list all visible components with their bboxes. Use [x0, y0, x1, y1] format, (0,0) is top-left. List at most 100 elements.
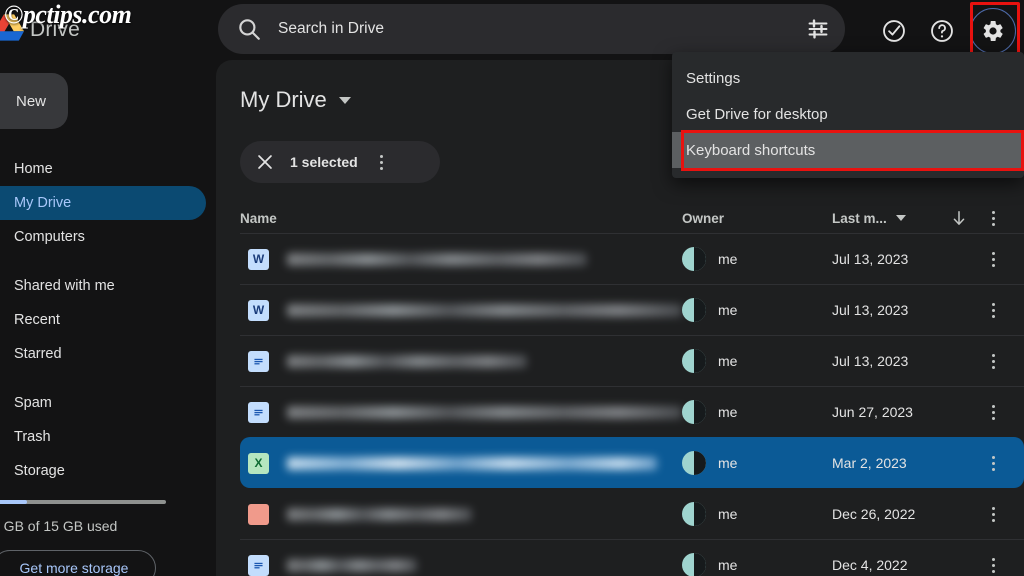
table-row[interactable]: me Dec 26, 2022	[240, 488, 1024, 539]
row-more-vertical-icon[interactable]	[976, 300, 1010, 320]
avatar	[682, 298, 706, 322]
file-modified-date: Jul 13, 2023	[832, 353, 909, 369]
file-name-redacted	[287, 354, 527, 368]
sidebar-item-home[interactable]: Home	[0, 152, 206, 186]
sidebar-nav: Home My Drive Computers Shared with me R…	[0, 152, 206, 488]
avatar	[682, 400, 706, 424]
storage-section: 3 GB of 15 GB used Get more storage	[0, 500, 206, 576]
file-modified-date: Jul 13, 2023	[832, 302, 909, 318]
file-owner-label: me	[718, 557, 738, 573]
row-more-vertical-icon[interactable]	[976, 351, 1010, 371]
sidebar-item-recent[interactable]: Recent	[0, 303, 206, 337]
file-owner-cell: me	[682, 553, 832, 576]
sidebar-item-trash[interactable]: Trash	[0, 420, 206, 454]
site-watermark: ©pctips.com	[4, 0, 132, 29]
support-icon[interactable]	[874, 11, 914, 51]
file-modified-date: Jun 27, 2023	[832, 404, 913, 420]
file-name-redacted	[287, 303, 682, 317]
tune-filter-icon[interactable]	[801, 12, 835, 46]
more-vertical-icon[interactable]	[983, 402, 1003, 422]
selection-count-label: 1 selected	[290, 154, 358, 170]
selection-more-vertical-icon[interactable]	[372, 152, 392, 172]
file-owner-cell: me	[682, 298, 832, 322]
word-file-type-icon: W	[248, 299, 269, 321]
file-name-redacted	[287, 456, 657, 470]
gear-focus-ring	[970, 8, 1016, 54]
row-more-vertical-icon[interactable]	[976, 402, 1010, 422]
more-vertical-icon[interactable]	[983, 555, 1003, 575]
sidebar-item-starred[interactable]: Starred	[0, 337, 206, 371]
file-owner-label: me	[718, 404, 738, 420]
file-name-redacted	[287, 405, 682, 419]
more-vertical-icon[interactable]	[983, 351, 1003, 371]
avatar	[682, 451, 706, 475]
sidebar-item-spam[interactable]: Spam	[0, 386, 206, 420]
get-more-storage-button[interactable]: Get more storage	[0, 550, 156, 576]
sort-direction-button[interactable]	[942, 208, 976, 228]
storage-progress-bar	[0, 500, 166, 504]
chevron-down-icon[interactable]	[338, 96, 351, 104]
close-x-icon[interactable]	[254, 151, 276, 173]
table-row[interactable]: Xme Mar 2, 2023	[240, 437, 1024, 488]
word-file-type-icon: W	[248, 248, 269, 270]
help-question-icon[interactable]	[922, 11, 962, 51]
page-title[interactable]: My Drive	[240, 87, 351, 113]
table-header: Name Owner Last m...	[240, 203, 1024, 233]
more-vertical-icon[interactable]	[983, 300, 1003, 320]
file-owner-label: me	[718, 251, 738, 267]
video-file-type-icon	[248, 503, 269, 525]
avatar	[682, 502, 706, 526]
new-button[interactable]: New	[0, 73, 68, 129]
menu-item-settings[interactable]: Settings	[672, 60, 1024, 96]
file-list: Wme Jul 13, 2023 Wme Jul 13, 2023 me Jul 13, …	[240, 233, 1024, 576]
menu-item-keyboard-shortcuts[interactable]: Keyboard shortcuts	[672, 132, 1024, 168]
table-row[interactable]: me Jun 27, 2023	[240, 386, 1024, 437]
table-options-more-vertical-icon[interactable]	[976, 208, 1010, 228]
table-row[interactable]: Wme Jul 13, 2023	[240, 284, 1024, 335]
row-more-vertical-icon[interactable]	[976, 249, 1010, 269]
more-vertical-icon[interactable]	[983, 208, 1003, 228]
file-owner-cell: me	[682, 451, 832, 475]
sidebar-divider-1	[0, 254, 206, 269]
settings-gear-button[interactable]	[970, 8, 1016, 54]
table-row[interactable]: me Dec 4, 2022	[240, 539, 1024, 576]
chevron-down-icon[interactable]	[895, 215, 906, 221]
sidebar: New Home My Drive Computers Shared with …	[0, 60, 212, 576]
file-owner-label: me	[718, 506, 738, 522]
table-row[interactable]: me Jul 13, 2023	[240, 335, 1024, 386]
sidebar-item-computers[interactable]: Computers	[0, 220, 206, 254]
search-input[interactable]	[262, 20, 801, 38]
storage-progress-fill	[0, 500, 27, 504]
column-header-owner[interactable]: Owner	[682, 211, 832, 226]
column-header-name[interactable]: Name	[240, 211, 682, 226]
sidebar-item-shared-with-me[interactable]: Shared with me	[0, 269, 206, 303]
more-vertical-icon[interactable]	[983, 453, 1003, 473]
table-row[interactable]: Wme Jul 13, 2023	[240, 233, 1024, 284]
page-title-label: My Drive	[240, 87, 327, 112]
file-owner-cell: me	[682, 349, 832, 373]
excel-file-type-icon: X	[248, 452, 269, 474]
row-more-vertical-icon[interactable]	[976, 555, 1010, 575]
settings-dropdown-menu: Settings Get Drive for desktop Keyboard …	[672, 52, 1024, 178]
top-bar: Drive	[0, 0, 1024, 60]
doc-file-type-icon	[248, 554, 269, 576]
more-vertical-icon[interactable]	[983, 249, 1003, 269]
search-icon	[236, 16, 262, 42]
top-right-actions	[874, 8, 1016, 54]
file-modified-date: Dec 26, 2022	[832, 506, 916, 522]
sidebar-item-my-drive[interactable]: My Drive	[0, 186, 206, 220]
file-modified-date: Dec 4, 2022	[832, 557, 908, 573]
file-modified-date: Jul 13, 2023	[832, 251, 909, 267]
row-more-vertical-icon[interactable]	[976, 504, 1010, 524]
file-name-redacted	[287, 507, 472, 521]
search-bar[interactable]	[218, 4, 845, 54]
row-more-vertical-icon[interactable]	[976, 453, 1010, 473]
file-modified-date: Mar 2, 2023	[832, 455, 907, 471]
file-owner-cell: me	[682, 247, 832, 271]
column-header-modified[interactable]: Last m...	[832, 211, 942, 226]
doc-file-type-icon	[248, 401, 269, 423]
more-vertical-icon[interactable]	[983, 504, 1003, 524]
avatar	[682, 553, 706, 576]
sidebar-item-storage[interactable]: Storage	[0, 454, 206, 488]
menu-item-get-drive-for-desktop[interactable]: Get Drive for desktop	[672, 96, 1024, 132]
